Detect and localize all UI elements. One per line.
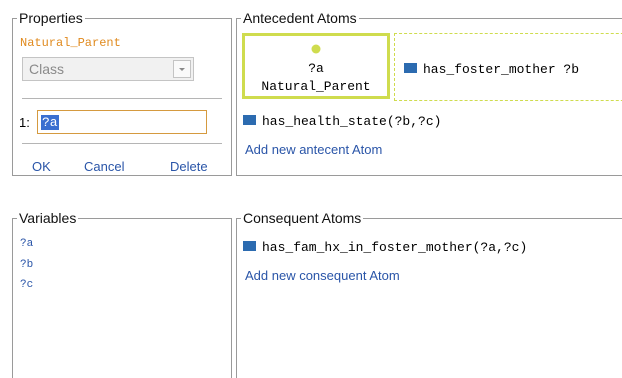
properties-title: Properties: [17, 10, 85, 26]
selected-atom-variable: ?a: [308, 61, 324, 76]
variable-item[interactable]: ?a: [20, 238, 33, 250]
dropdown-button[interactable]: [173, 60, 191, 78]
selected-atom[interactable]: ?a Natural_Parent: [242, 33, 390, 99]
delete-button[interactable]: Delete: [170, 159, 208, 174]
selected-atom-class: Natural_Parent: [261, 79, 371, 94]
antecedent-title: Antecedent Atoms: [241, 10, 359, 26]
variables-title: Variables: [17, 210, 79, 226]
ok-button[interactable]: OK: [32, 159, 51, 174]
type-select[interactable]: Class: [22, 57, 194, 81]
atom-item[interactable]: has_fam_hx_in_foster_mother(?a,?c): [243, 238, 527, 256]
separator: [22, 143, 222, 144]
atom-label: has_health_state(?b,?c): [262, 114, 442, 129]
atom-item[interactable]: has_health_state(?b,?c): [243, 112, 441, 130]
variables-panel: Variables ?a ?b ?c: [12, 210, 232, 378]
atom-icon: [243, 114, 256, 125]
arg-label: 1:: [19, 115, 30, 130]
properties-panel: Properties Natural_Parent Class 1: ?a OK…: [12, 10, 232, 176]
entity-name: Natural_Parent: [20, 36, 121, 50]
atom-label: has_foster_mother ?b: [423, 62, 580, 77]
type-select-value: Class: [29, 61, 65, 77]
atom-icon: [404, 62, 417, 73]
arg-input-value: ?a: [41, 115, 59, 130]
consequent-title: Consequent Atoms: [241, 210, 364, 226]
chevron-down-icon: [179, 68, 185, 71]
variable-item[interactable]: ?b: [20, 259, 33, 271]
add-antecedent-atom-link[interactable]: Add new antecent Atom: [245, 142, 382, 157]
atom-icon: [243, 240, 256, 251]
dot-icon: [311, 44, 321, 54]
arg-input[interactable]: ?a: [37, 110, 207, 134]
separator: [22, 98, 222, 99]
atom-label: has_fam_hx_in_foster_mother(?a,?c): [262, 240, 528, 255]
variable-item[interactable]: ?c: [20, 279, 33, 291]
add-consequent-atom-link[interactable]: Add new consequent Atom: [245, 268, 400, 283]
cancel-button[interactable]: Cancel: [84, 159, 124, 174]
antecedent-panel: Antecedent Atoms ?a Natural_Parent has_f…: [236, 10, 622, 176]
atom-item[interactable]: has_foster_mother ?b: [404, 60, 579, 78]
consequent-panel: Consequent Atoms has_fam_hx_in_foster_mo…: [236, 210, 622, 378]
